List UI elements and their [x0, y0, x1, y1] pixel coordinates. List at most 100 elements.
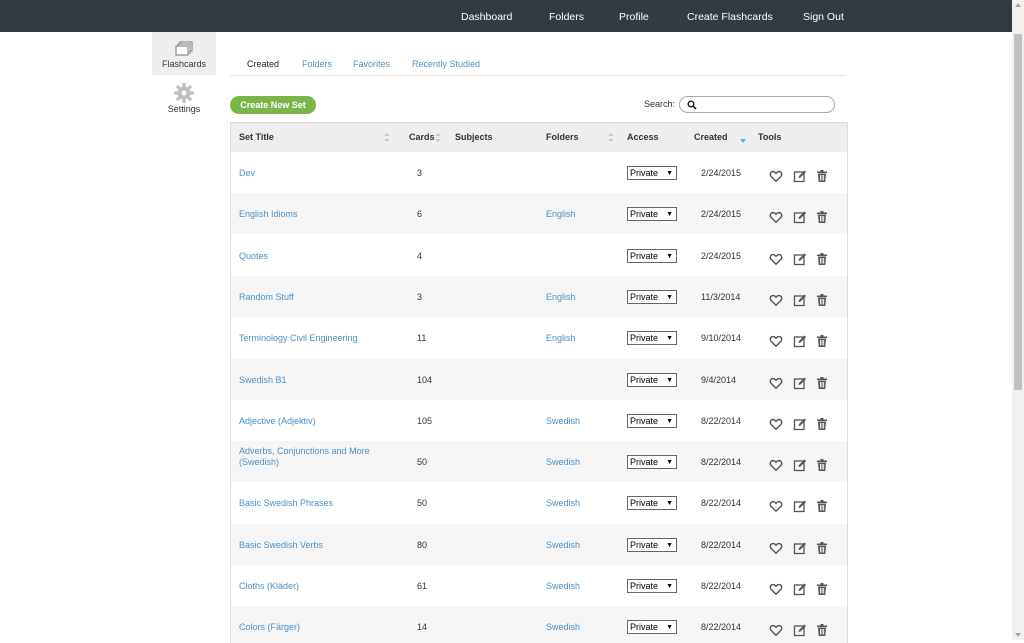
tab-recently-studied[interactable]: Recently Studied: [412, 59, 480, 69]
sidebar-item-flashcards[interactable]: Flashcards: [152, 32, 216, 75]
access-select[interactable]: Private ▼: [627, 166, 677, 180]
chevron-down-icon: ▼: [666, 335, 673, 343]
tab-favorites[interactable]: Favorites: [353, 59, 390, 69]
access-select[interactable]: Private ▼: [627, 331, 677, 346]
trash-icon[interactable]: [815, 169, 829, 183]
folder-link[interactable]: Swedish: [546, 581, 580, 591]
heart-icon[interactable]: [769, 582, 783, 596]
chevron-down-icon: ▼: [666, 170, 673, 177]
set-title-link[interactable]: Random Stuff: [239, 292, 389, 303]
edit-icon[interactable]: [793, 582, 807, 596]
tab-created[interactable]: Created: [247, 59, 279, 69]
trash-icon[interactable]: [815, 376, 829, 390]
access-select[interactable]: Private ▼: [627, 496, 677, 511]
heart-icon[interactable]: [769, 499, 783, 513]
heart-icon[interactable]: [769, 252, 783, 266]
page-scrollbar[interactable]: [1012, 0, 1024, 640]
column-subjects[interactable]: Subjects: [455, 123, 493, 152]
folder-link[interactable]: English: [546, 209, 576, 219]
column-folders[interactable]: Folders: [546, 123, 579, 152]
trash-icon[interactable]: [815, 458, 829, 472]
edit-icon[interactable]: [793, 417, 807, 431]
edit-icon[interactable]: [793, 623, 807, 637]
edit-icon[interactable]: [793, 210, 807, 224]
nav-folders[interactable]: Folders: [549, 0, 584, 32]
nav-sign-out[interactable]: Sign Out: [803, 0, 844, 32]
access-select[interactable]: Private ▼: [627, 620, 677, 635]
set-title-link[interactable]: Dev: [239, 168, 389, 179]
scroll-down-arrow[interactable]: [1015, 633, 1021, 637]
folder-link[interactable]: English: [546, 333, 576, 343]
trash-icon[interactable]: [815, 623, 829, 637]
heart-icon[interactable]: [769, 376, 783, 390]
edit-icon[interactable]: [793, 376, 807, 390]
search-input[interactable]: [679, 96, 835, 113]
trash-icon[interactable]: [815, 210, 829, 224]
folder-link[interactable]: Swedish: [546, 622, 580, 632]
heart-icon[interactable]: [769, 293, 783, 307]
set-title-link[interactable]: Basic Swedish Verbs: [239, 540, 389, 551]
edit-icon[interactable]: [793, 169, 807, 183]
chevron-down-icon: ▼: [666, 583, 673, 590]
nav-profile[interactable]: Profile: [619, 0, 649, 32]
edit-icon[interactable]: [793, 252, 807, 266]
folder-link[interactable]: Swedish: [546, 540, 580, 550]
set-title-link[interactable]: Swedish B1: [239, 375, 389, 386]
set-title-link[interactable]: Terminology Civil Engineering: [239, 333, 389, 344]
set-title-link[interactable]: Quotes: [239, 251, 389, 262]
access-select[interactable]: Private ▼: [627, 537, 677, 552]
access-select[interactable]: Private ▼: [627, 413, 677, 428]
access-select[interactable]: Private ▼: [627, 579, 677, 593]
column-access[interactable]: Access: [627, 123, 659, 152]
folder-link[interactable]: Swedish: [546, 457, 580, 467]
column-set-title[interactable]: Set Title: [239, 123, 274, 152]
access-select[interactable]: Private ▼: [627, 248, 677, 263]
nav-create-flashcards[interactable]: Create Flashcards: [687, 0, 773, 32]
set-title-link[interactable]: Adjective (Adjektiv): [239, 416, 389, 427]
scrollbar-thumb[interactable]: [1014, 34, 1022, 390]
column-created[interactable]: Created: [694, 123, 728, 152]
tab-folders[interactable]: Folders: [302, 59, 332, 69]
folder-link[interactable]: Swedish: [546, 498, 580, 508]
set-title-link[interactable]: Cloths (Kläder): [239, 581, 389, 592]
set-title-link[interactable]: Adverbs, Conjunctions and More (Swedish): [239, 446, 389, 468]
sort-icon[interactable]: [435, 133, 441, 143]
edit-icon[interactable]: [793, 499, 807, 513]
sort-desc-icon[interactable]: [740, 139, 746, 143]
access-select[interactable]: Private ▼: [627, 207, 677, 222]
access-select[interactable]: Private ▼: [627, 372, 677, 387]
heart-icon[interactable]: [769, 210, 783, 224]
heart-icon[interactable]: [769, 541, 783, 555]
edit-icon[interactable]: [793, 293, 807, 307]
folder-link[interactable]: Swedish: [546, 416, 580, 426]
column-cards[interactable]: Cards: [409, 123, 435, 152]
edit-icon[interactable]: [793, 541, 807, 555]
heart-icon[interactable]: [769, 458, 783, 472]
set-title-link[interactable]: Colors (Färger): [239, 622, 389, 633]
edit-icon[interactable]: [793, 334, 807, 348]
heart-icon[interactable]: [769, 417, 783, 431]
trash-icon[interactable]: [815, 499, 829, 513]
trash-icon[interactable]: [815, 541, 829, 555]
card-count: 50: [417, 498, 428, 509]
trash-icon[interactable]: [815, 334, 829, 348]
folder-link[interactable]: English: [546, 292, 576, 302]
heart-icon[interactable]: [769, 334, 783, 348]
sidebar-item-settings[interactable]: Settings: [152, 80, 216, 120]
access-select[interactable]: Private ▼: [627, 455, 677, 470]
scroll-up-arrow[interactable]: [1015, 3, 1021, 7]
access-select[interactable]: Private ▼: [627, 289, 677, 304]
create-new-set-button[interactable]: Create New Set: [230, 96, 316, 114]
trash-icon[interactable]: [815, 252, 829, 266]
sort-icon[interactable]: [608, 133, 614, 143]
heart-icon[interactable]: [769, 169, 783, 183]
edit-icon[interactable]: [793, 458, 807, 472]
trash-icon[interactable]: [815, 293, 829, 307]
trash-icon[interactable]: [815, 582, 829, 596]
heart-icon[interactable]: [769, 623, 783, 637]
sort-icon[interactable]: [384, 133, 390, 143]
nav-dashboard[interactable]: Dashboard: [461, 0, 512, 32]
set-title-link[interactable]: Basic Swedish Phrases: [239, 498, 389, 509]
set-title-link[interactable]: English Idioms: [239, 209, 389, 220]
trash-icon[interactable]: [815, 417, 829, 431]
